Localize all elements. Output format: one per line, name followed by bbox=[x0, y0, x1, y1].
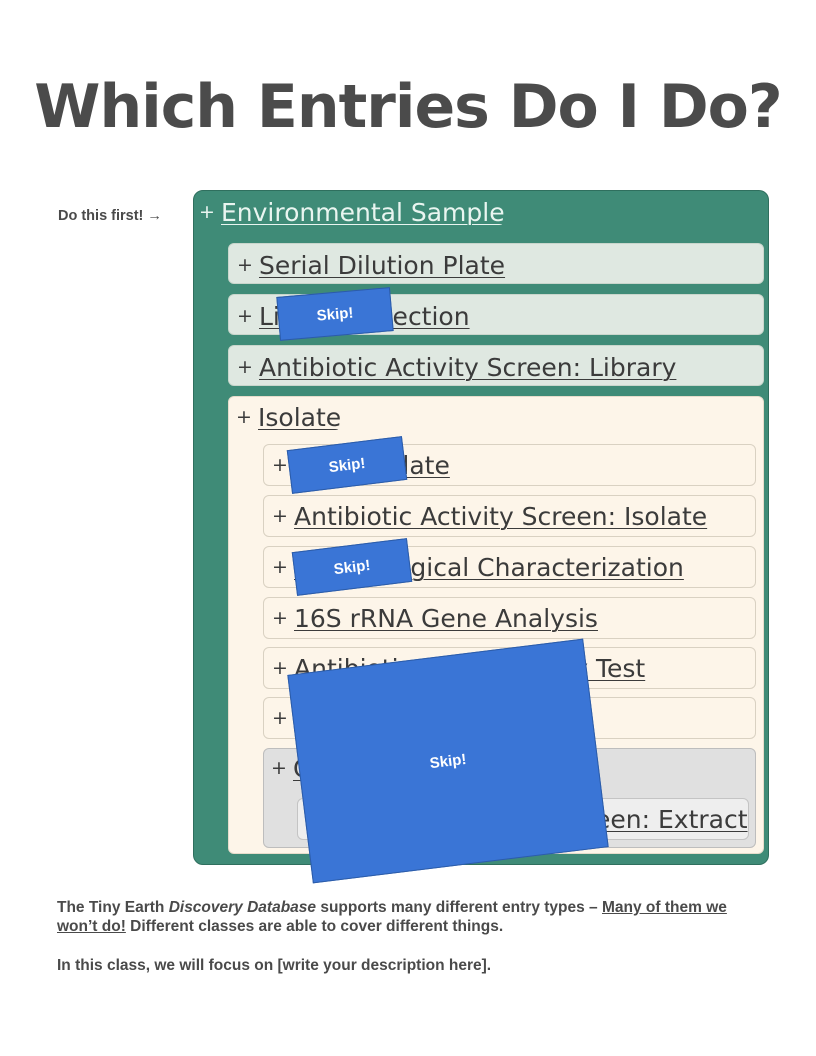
class-focus-paragraph: In this class, we will focus on [write y… bbox=[57, 957, 492, 974]
expand-icon[interactable]: + bbox=[272, 558, 294, 577]
expand-icon[interactable]: + bbox=[272, 609, 294, 628]
tree-item-label[interactable]: Environmental Sample bbox=[221, 200, 505, 225]
do-this-first-hint: Do this first! → bbox=[58, 208, 162, 224]
expand-icon[interactable]: + bbox=[199, 203, 221, 222]
expand-icon[interactable]: + bbox=[236, 408, 258, 427]
skip-sticker-large: Skip! bbox=[287, 638, 609, 884]
expand-icon[interactable]: + bbox=[272, 507, 294, 526]
expand-icon[interactable]: + bbox=[237, 358, 259, 377]
tree-item-label[interactable]: Antibiotic Activity Screen: Library bbox=[259, 353, 676, 382]
database-name: Discovery Database bbox=[168, 899, 317, 916]
paragraph-text: The Tiny Earth bbox=[57, 899, 169, 916]
paragraph-text: supports many different entry types – bbox=[316, 899, 602, 916]
tree-item-16s-rrna-gene-analysis[interactable]: +16S rRNA Gene Analysis bbox=[263, 597, 756, 639]
expand-icon[interactable]: + bbox=[237, 256, 259, 275]
tree-item-antibiotic-activity-screen-isolate[interactable]: + Antibiotic Activity Screen: Isolate bbox=[263, 495, 756, 537]
tree-item-label[interactable]: Antibiotic Activity Screen: Isolate bbox=[294, 502, 707, 531]
tree-item-label[interactable]: 16S rRNA Gene Analysis bbox=[294, 604, 598, 633]
paragraph-text: Different classes are able to cover diff… bbox=[125, 918, 504, 935]
expand-icon[interactable]: + bbox=[237, 307, 259, 326]
page-title: Which Entries Do I Do? bbox=[34, 72, 782, 142]
tree-item-isolate[interactable]: + Isolate bbox=[228, 396, 341, 430]
tree-item-label[interactable]: Serial Dilution Plate bbox=[259, 251, 505, 280]
expand-icon[interactable]: + bbox=[271, 759, 293, 778]
expand-icon[interactable]: + bbox=[272, 709, 294, 728]
description-paragraph: The Tiny Earth Discovery Database suppor… bbox=[57, 898, 757, 936]
tree-item-serial-dilution-plate[interactable]: + Serial Dilution Plate bbox=[228, 243, 764, 284]
tree-item-antibiotic-activity-screen-library[interactable]: + Antibiotic Activity Screen: Library bbox=[228, 345, 764, 386]
tree-item-label[interactable]: Isolate bbox=[258, 403, 341, 430]
tree-item-environmental-sample[interactable]: + Environmental Sample bbox=[199, 200, 505, 225]
